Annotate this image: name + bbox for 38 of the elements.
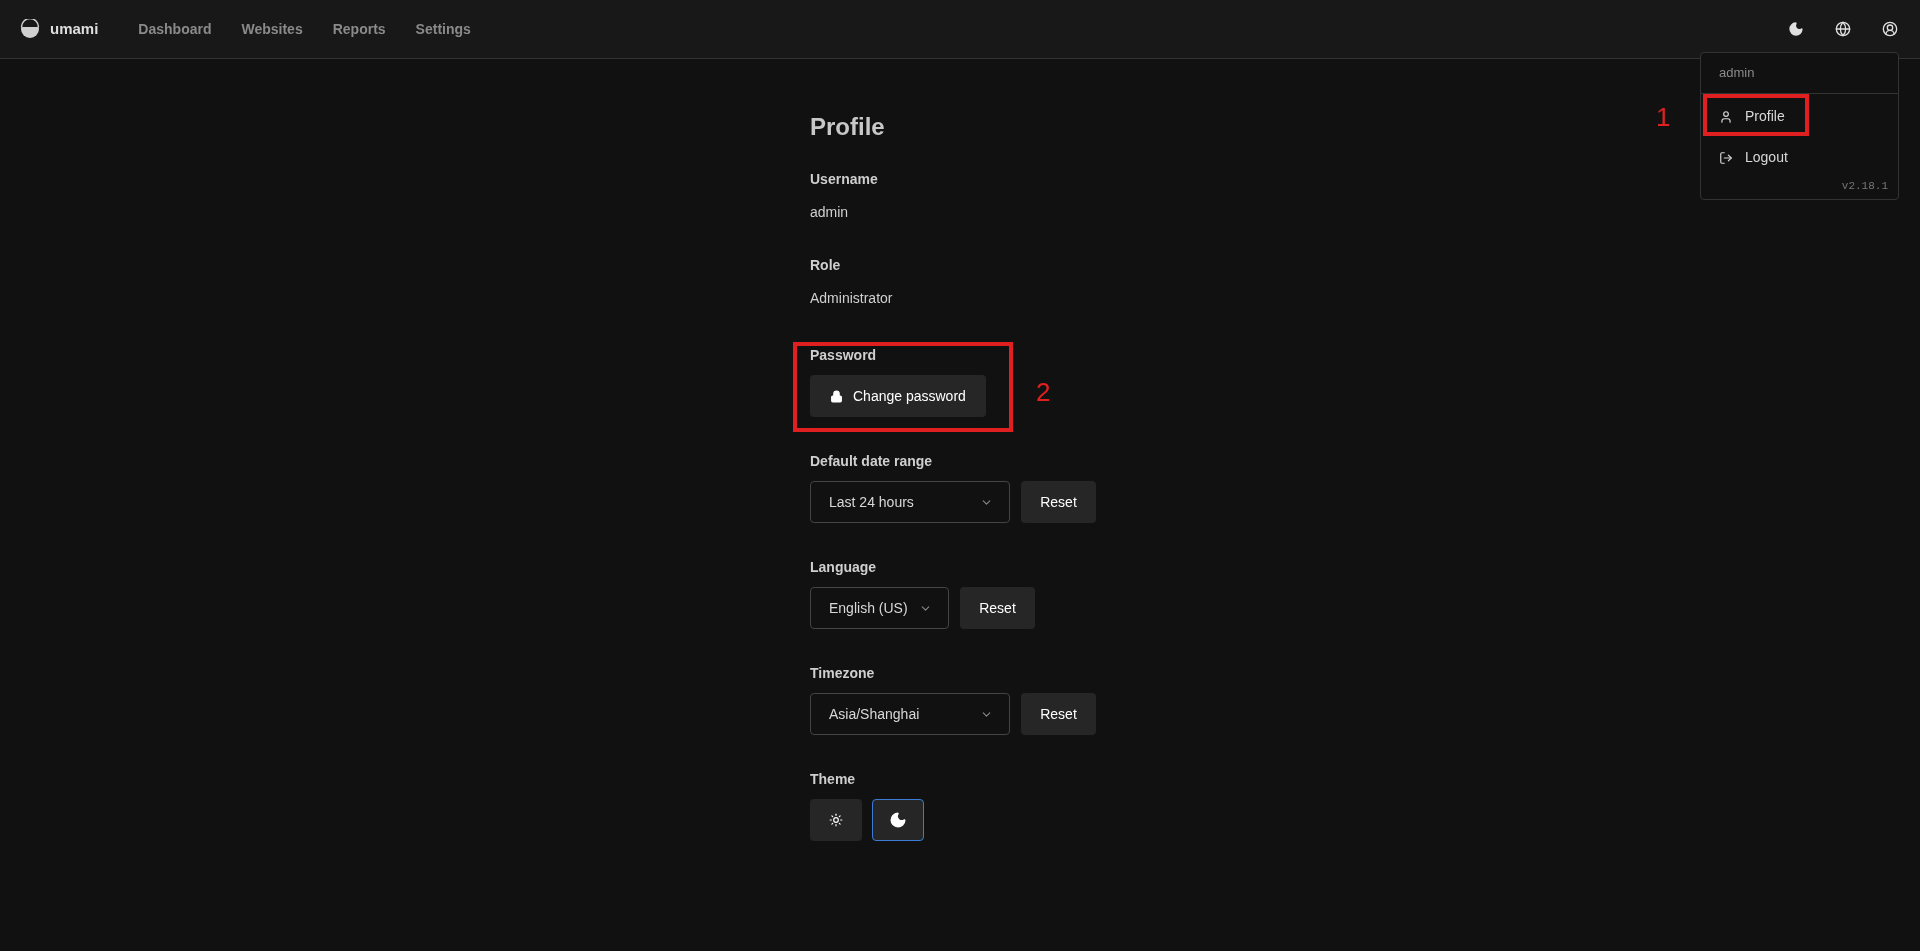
reset-button[interactable]: Reset [960, 587, 1035, 629]
lock-icon [830, 389, 843, 403]
version-text: v2.18.1 [1841, 179, 1889, 194]
field-label: Language [810, 558, 878, 577]
nav-link[interactable]: Dashboard [138, 18, 212, 40]
logo-icon [20, 19, 40, 39]
nav-link[interactable]: Websites [241, 18, 303, 40]
field-label: Default date range [810, 452, 934, 471]
field-label: Timezone [810, 664, 876, 683]
menu-item[interactable]: Profile [1701, 96, 1898, 137]
reset-button[interactable]: Reset [1021, 481, 1096, 523]
page-title: Profile [810, 112, 886, 142]
dropdown-select[interactable]: Last 24 hours [810, 481, 1010, 523]
person-icon [1719, 109, 1733, 124]
sun-icon [829, 813, 843, 827]
annotation-number: 1 [1656, 102, 1671, 132]
reset-button[interactable]: Reset [1021, 693, 1096, 735]
nav-link[interactable]: Settings [415, 18, 471, 40]
field-label: Password [810, 346, 878, 365]
dropdown-select[interactable]: English (US) [810, 587, 949, 629]
user-menu-button[interactable] [1882, 21, 1898, 37]
change-password-button[interactable]: Change password [810, 375, 986, 417]
brand-name: umami [50, 18, 99, 39]
language-button[interactable] [1835, 21, 1851, 37]
field-value: Administrator [810, 289, 894, 308]
field-label: Theme [810, 770, 857, 789]
logout-icon [1719, 150, 1733, 165]
menu-username: admin [1701, 53, 1898, 94]
moon-icon [889, 811, 907, 829]
menu-item[interactable]: Logout [1701, 137, 1898, 178]
nav-link[interactable]: Reports [332, 18, 386, 40]
annotation-number: 2 [1036, 377, 1051, 407]
field-label: Username [810, 170, 879, 189]
dropdown-select[interactable]: Asia/Shanghai [810, 693, 1010, 735]
theme-option-button[interactable] [872, 799, 924, 841]
theme-toggle-button[interactable] [1788, 21, 1804, 37]
field-label: Role [810, 256, 842, 275]
field-value: admin [810, 203, 850, 222]
